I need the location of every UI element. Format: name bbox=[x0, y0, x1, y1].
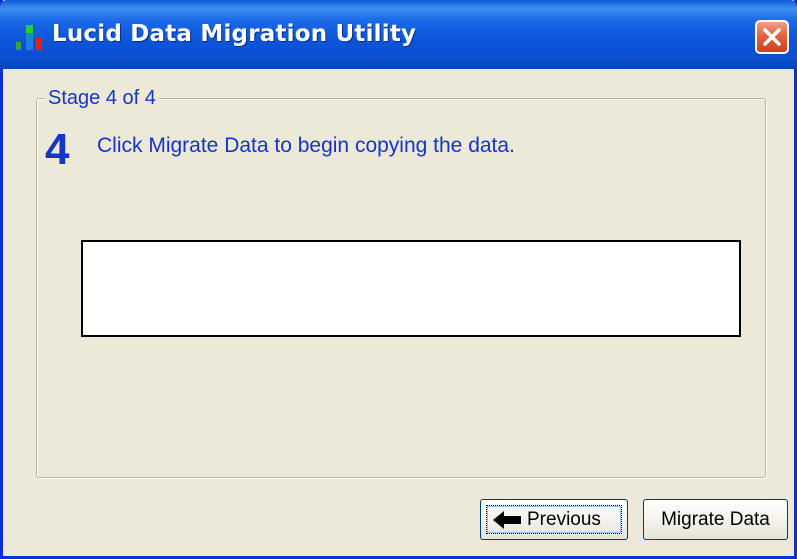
previous-button[interactable]: Previous bbox=[480, 499, 628, 540]
arrow-left-icon bbox=[491, 510, 523, 536]
close-icon bbox=[763, 28, 781, 46]
window-title: Lucid Data Migration Utility bbox=[52, 21, 417, 47]
app-bars-icon bbox=[14, 22, 44, 52]
migrate-data-button[interactable]: Migrate Data bbox=[643, 499, 788, 540]
title-bar[interactable]: Lucid Data Migration Utility bbox=[0, 0, 797, 69]
stage-legend: Stage 4 of 4 bbox=[45, 85, 159, 111]
close-button[interactable] bbox=[755, 20, 789, 54]
migration-window: Lucid Data Migration Utility Stage 4 of … bbox=[0, 0, 797, 559]
previous-label: Previous bbox=[527, 509, 601, 530]
migration-progress-box bbox=[81, 240, 741, 337]
step-number: 4 bbox=[45, 125, 70, 174]
migrate-data-label: Migrate Data bbox=[661, 509, 770, 530]
instruction-text: Click Migrate Data to begin copying the … bbox=[97, 134, 515, 157]
